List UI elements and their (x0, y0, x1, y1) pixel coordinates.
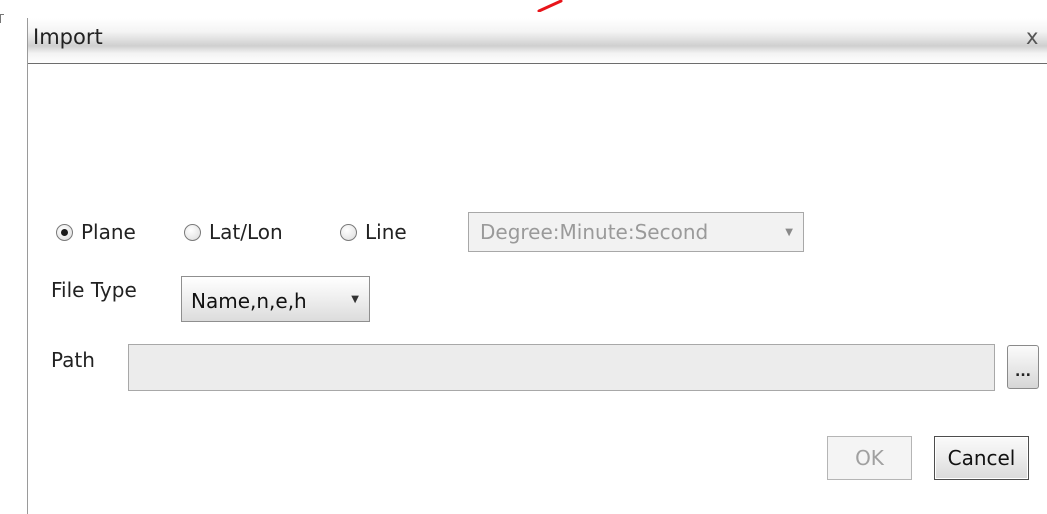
close-icon[interactable]: x (1026, 25, 1038, 49)
radio-latlon-label: Lat/Lon (209, 220, 283, 244)
file-type-value: Name,n,e,h (191, 289, 307, 313)
ok-button[interactable]: OK (827, 436, 912, 480)
dialog-title: Import (33, 25, 103, 49)
browse-button[interactable]: ... (1007, 345, 1039, 389)
path-label: Path (51, 348, 95, 372)
radio-plane-indicator[interactable] (56, 223, 73, 241)
file-type-select[interactable]: Name,n,e,h ▼ (181, 276, 370, 322)
radio-latlon[interactable]: Lat/Lon (184, 219, 283, 245)
radio-latlon-indicator[interactable] (184, 223, 201, 241)
radio-line-label: Line (365, 220, 407, 244)
angle-format-value: Degree:Minute:Second (480, 220, 709, 244)
screenshot-stage: Import x Plane Lat/Lon Line Degree:Minut… (0, 0, 1047, 514)
chevron-down-icon: ▼ (785, 226, 793, 238)
chevron-down-icon: ▼ (351, 293, 359, 305)
red-annotation-stroke (537, 0, 563, 12)
radio-line[interactable]: Line (340, 219, 407, 245)
import-dialog: Import x Plane Lat/Lon Line Degree:Minut… (27, 18, 1047, 514)
radio-line-indicator[interactable] (340, 223, 357, 241)
radio-plane[interactable]: Plane (56, 219, 136, 245)
dialog-titlebar[interactable]: Import x (28, 18, 1047, 64)
path-input[interactable] (128, 344, 995, 391)
angle-format-select[interactable]: Degree:Minute:Second ▼ (468, 212, 804, 252)
window-corner-tick (0, 14, 4, 23)
file-type-label: File Type (51, 278, 137, 302)
radio-plane-label: Plane (81, 220, 136, 244)
cancel-button[interactable]: Cancel (934, 436, 1029, 480)
